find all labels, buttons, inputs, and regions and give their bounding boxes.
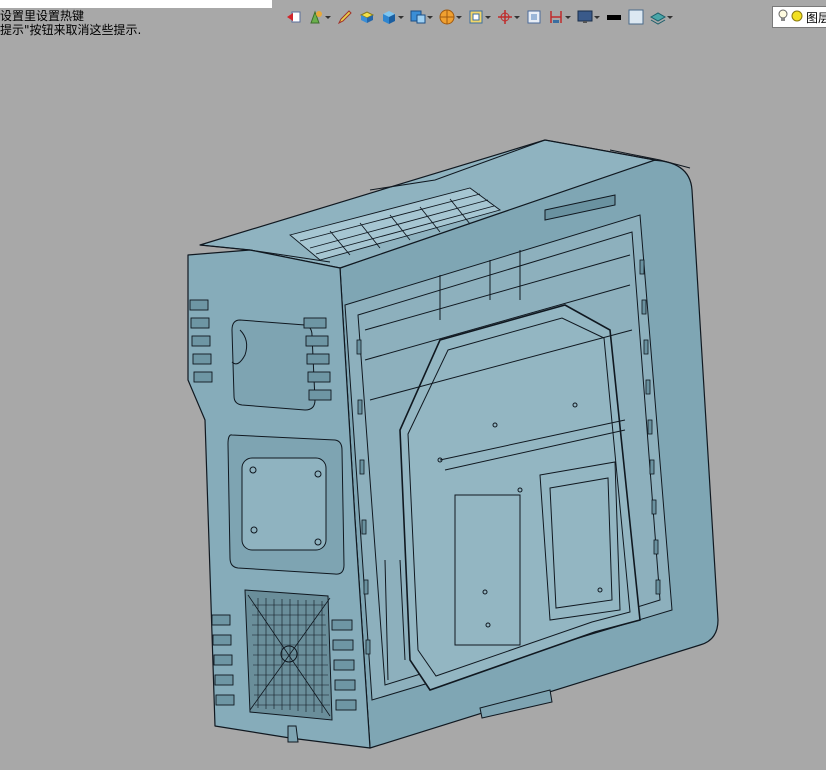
pc-case-model[interactable] xyxy=(0,0,826,770)
front-upper-panel xyxy=(231,319,316,411)
